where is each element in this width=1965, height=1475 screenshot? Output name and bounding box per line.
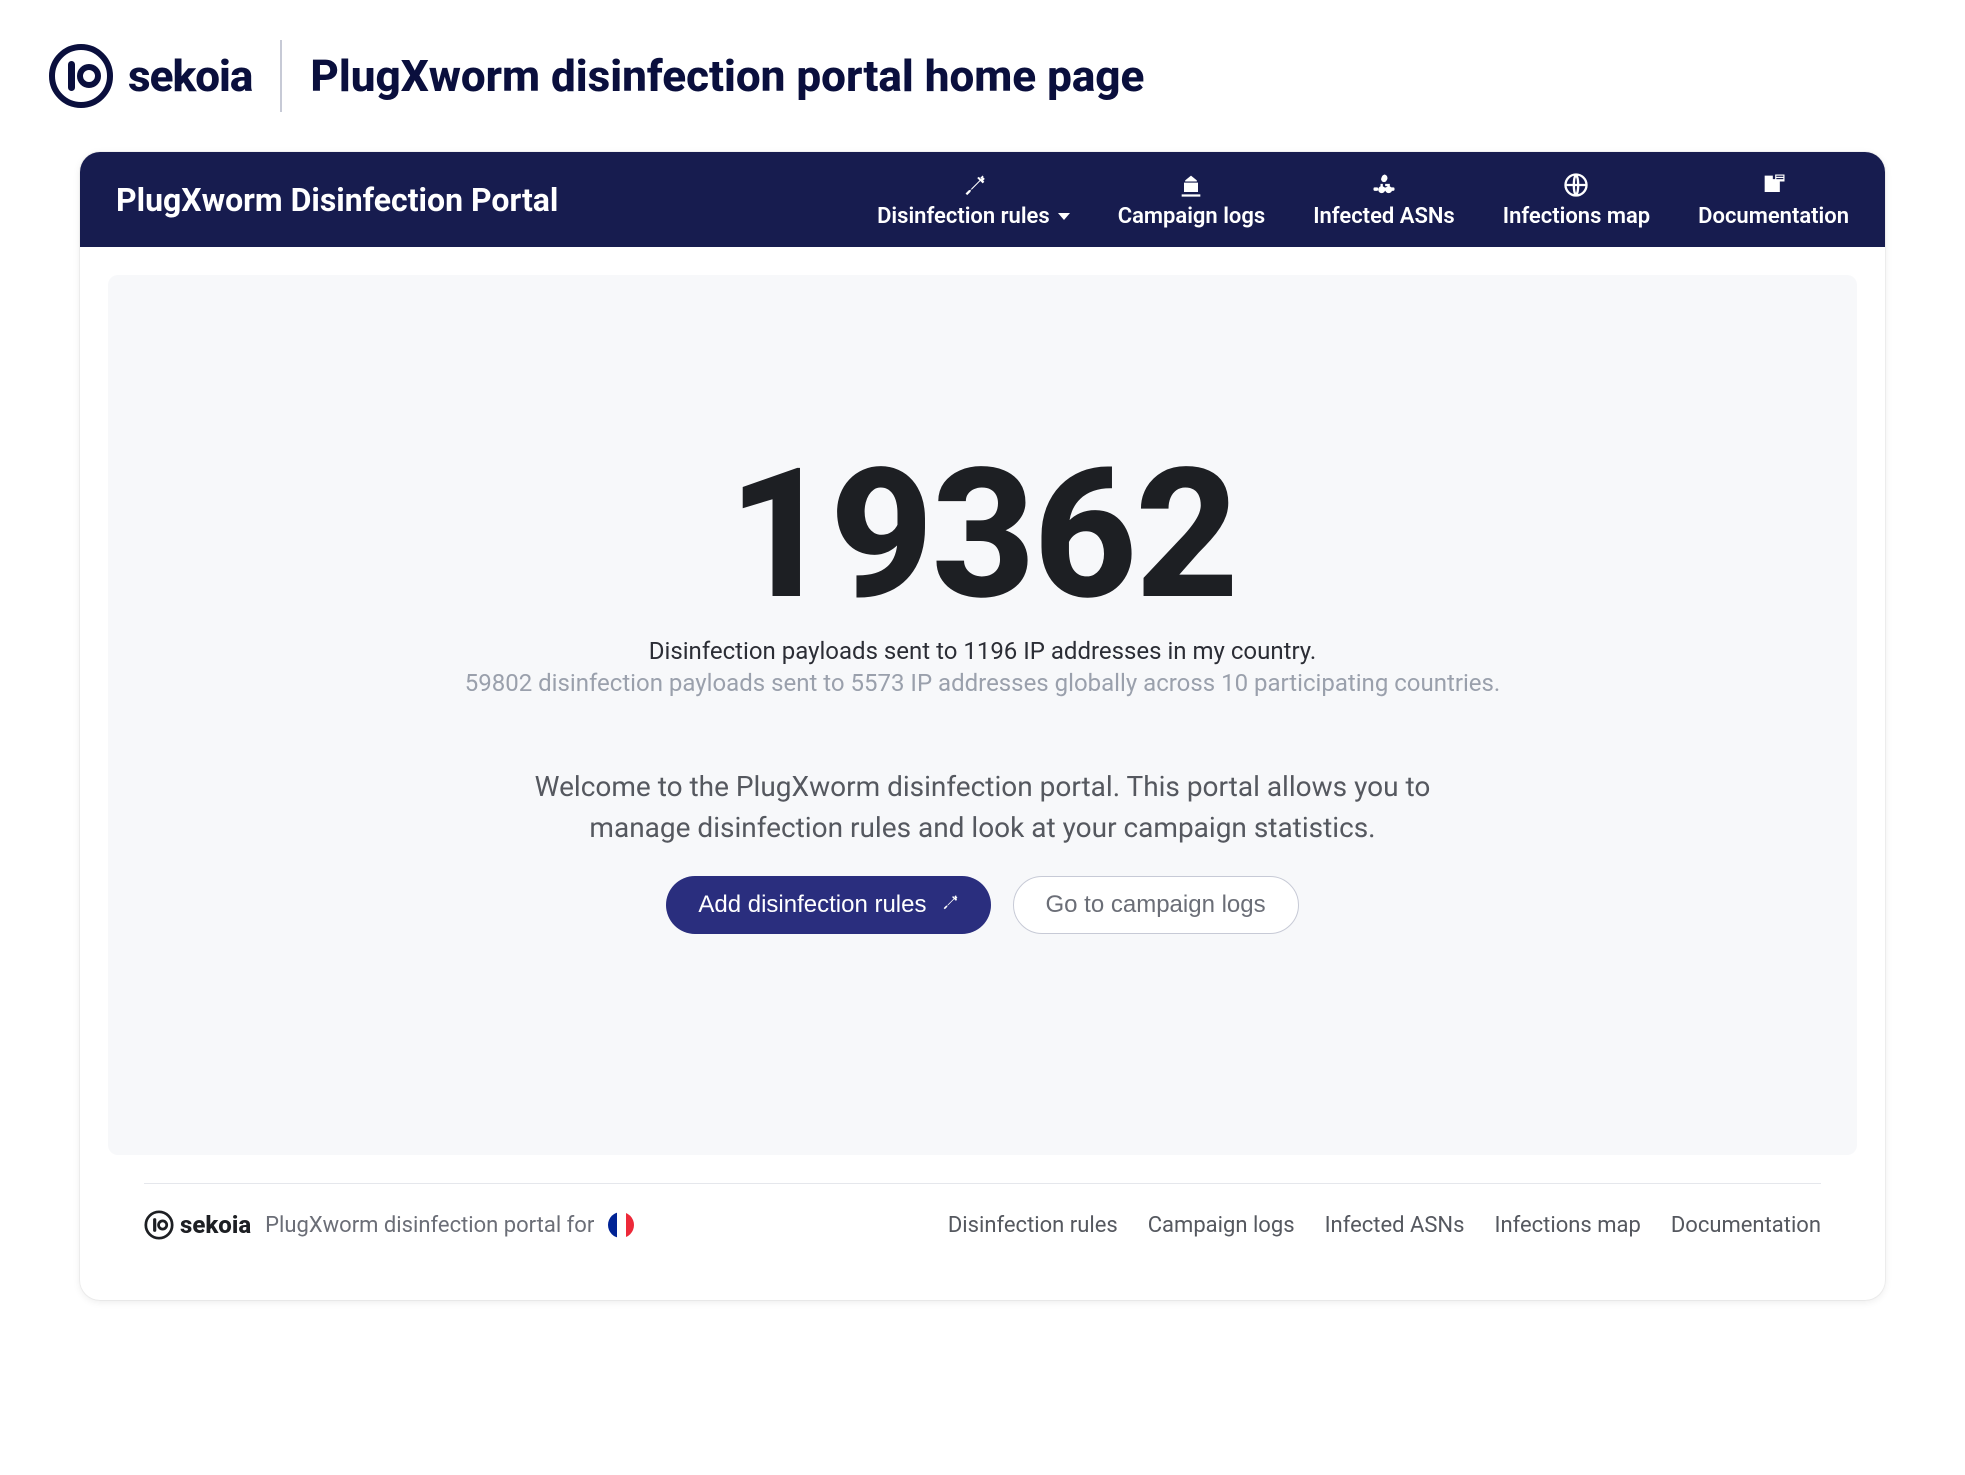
footer-link-infected-asns[interactable]: Infected ASNs xyxy=(1325,1213,1465,1238)
france-flag-icon xyxy=(608,1212,634,1238)
portal-frame: PlugXworm Disinfection Portal Disinfecti… xyxy=(80,152,1885,1300)
button-label: Add disinfection rules xyxy=(698,891,926,919)
footer-links: Disinfection rules Campaign logs Infecte… xyxy=(948,1213,1821,1238)
portal-navbar: PlugXworm Disinfection Portal Disinfecti… xyxy=(80,152,1885,247)
header-divider xyxy=(280,40,282,112)
button-row: Add disinfection rules Go to campaign lo… xyxy=(108,876,1857,934)
nav-campaign-logs[interactable]: Campaign logs xyxy=(1118,170,1265,229)
nav-label: Campaign logs xyxy=(1118,204,1265,229)
nav-documentation[interactable]: Documentation xyxy=(1698,170,1849,229)
sekoia-logo: sekoia xyxy=(48,43,252,109)
nav-infections-map[interactable]: Infections map xyxy=(1503,170,1650,229)
sekoia-brand-text: sekoia xyxy=(180,1211,251,1239)
nav-infected-asns[interactable]: Infected ASNs xyxy=(1313,170,1455,229)
nav-disinfection-rules[interactable]: Disinfection rules xyxy=(877,170,1070,229)
content-area: 19362 Disinfection payloads sent to 1196… xyxy=(80,247,1885,1300)
welcome-text: Welcome to the PlugXworm disinfection po… xyxy=(503,767,1463,848)
syringe-icon xyxy=(939,891,959,919)
global-stats-line: 59802 disinfection payloads sent to 5573… xyxy=(108,669,1857,697)
nav-label: Documentation xyxy=(1698,204,1849,229)
navbar-items: Disinfection rules Campaign logs Infecte… xyxy=(877,170,1849,229)
docs-icon xyxy=(1760,170,1788,200)
syringe-icon xyxy=(959,170,987,200)
chevron-down-icon xyxy=(1058,213,1070,220)
sekoia-logo-small: sekoia xyxy=(144,1210,251,1240)
footer-text: PlugXworm disinfection portal for xyxy=(265,1213,594,1238)
footer-link-documentation[interactable]: Documentation xyxy=(1671,1213,1821,1238)
footer-link-campaign-logs[interactable]: Campaign logs xyxy=(1148,1213,1295,1238)
globe-icon xyxy=(1562,170,1590,200)
nav-label: Infections map xyxy=(1503,204,1650,229)
country-stats-line: Disinfection payloads sent to 1196 IP ad… xyxy=(108,637,1857,665)
nav-label: Infected ASNs xyxy=(1313,204,1455,229)
sekoia-logo-icon xyxy=(144,1210,174,1240)
footer-left: sekoia PlugXworm disinfection portal for xyxy=(144,1210,634,1240)
nav-label: Disinfection rules xyxy=(877,204,1050,229)
go-to-campaign-logs-button[interactable]: Go to campaign logs xyxy=(1013,876,1299,934)
portal-footer: sekoia PlugXworm disinfection portal for… xyxy=(144,1183,1821,1272)
footer-link-disinfection-rules[interactable]: Disinfection rules xyxy=(948,1213,1118,1238)
button-label: Go to campaign logs xyxy=(1046,891,1266,919)
page-context-title: PlugXworm disinfection portal home page xyxy=(310,50,1144,102)
disinfection-count: 19362 xyxy=(108,445,1857,625)
footer-link-infections-map[interactable]: Infections map xyxy=(1494,1213,1640,1238)
outer-header: sekoia PlugXworm disinfection portal hom… xyxy=(0,0,1965,140)
sekoia-logo-icon xyxy=(48,43,114,109)
portal-title: PlugXworm Disinfection Portal xyxy=(116,181,558,219)
network-icon xyxy=(1369,170,1399,200)
building-icon xyxy=(1177,170,1205,200)
add-disinfection-rules-button[interactable]: Add disinfection rules xyxy=(666,876,990,934)
sekoia-brand-text: sekoia xyxy=(128,50,252,102)
hero-card: 19362 Disinfection payloads sent to 1196… xyxy=(108,275,1857,1155)
